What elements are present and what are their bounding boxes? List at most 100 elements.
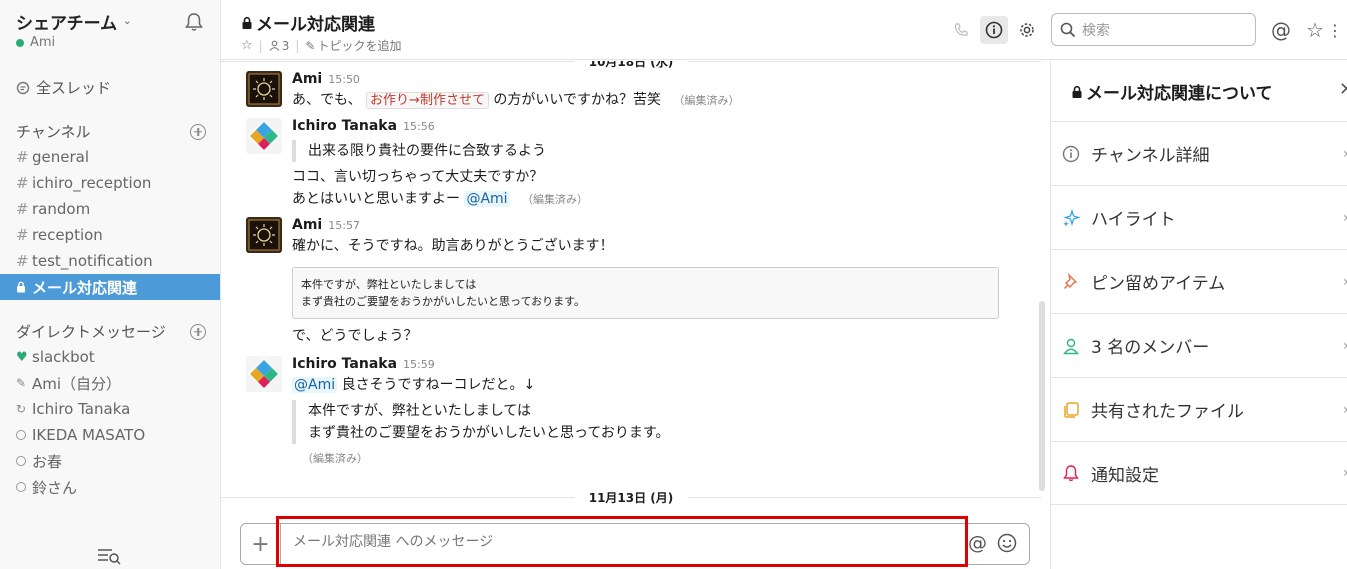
sidebar-item-channel[interactable]: # test_notification <box>0 248 220 274</box>
sidebar-item-dm[interactable]: 鈴さん <box>0 474 220 500</box>
details-item-members[interactable]: 3 名のメンバー › <box>1051 313 1347 377</box>
channel-settings-button[interactable] <box>1013 16 1041 44</box>
more-button[interactable]: ⋮ <box>1325 16 1345 44</box>
sender-name[interactable]: Ami <box>292 217 322 233</box>
block-quote: 出来る限り貴社の要件に合致するよう <box>292 140 1026 162</box>
attach-button[interactable]: + <box>241 524 281 564</box>
dm-name: IKEDA MASATO <box>32 426 146 444</box>
hash-icon: # <box>16 148 29 166</box>
dm-section-header[interactable]: ダイレクトメッセージ <box>16 321 206 342</box>
sidebar-item-dm[interactable]: IKEDA MASATO <box>0 422 220 448</box>
inline-code: お作り→制作させて <box>366 92 489 109</box>
sidebar-item-dm[interactable]: お春 <box>0 448 220 474</box>
sender-name[interactable]: Ichiro Tanaka <box>292 356 397 372</box>
details-item-highlights[interactable]: ハイライト › <box>1051 185 1347 249</box>
message[interactable]: Ami 15:50 あ、でも、 お作り→制作させて の方がいいですかね？苦笑 （… <box>246 71 1026 112</box>
channel-info-button[interactable] <box>980 16 1008 44</box>
hash-icon: # <box>16 174 29 192</box>
details-item-channel-info[interactable]: チャンネル詳細 › <box>1051 121 1347 185</box>
sender-name[interactable]: Ami <box>292 71 322 87</box>
details-item-shared-files[interactable]: 共有されたファイル › <box>1051 377 1347 441</box>
info-icon <box>985 21 1003 39</box>
chevron-right-icon: › <box>1343 402 1347 418</box>
channels-section-header[interactable]: チャンネル <box>16 121 206 142</box>
star-icon[interactable]: ☆ <box>241 38 253 53</box>
sender-name[interactable]: Ichiro Tanaka <box>292 118 397 134</box>
details-item-label: 共有されたファイル <box>1091 402 1244 422</box>
close-icon[interactable]: ✕ <box>1339 79 1347 100</box>
user-mention[interactable]: @Ami <box>464 191 510 207</box>
details-item-pinned[interactable]: ピン留めアイテム › <box>1051 249 1347 313</box>
search-input[interactable]: 検索 <box>1051 13 1256 46</box>
chevron-right-icon: › <box>1343 338 1347 354</box>
search-placeholder: 検索 <box>1082 22 1110 39</box>
team-switcher[interactable]: シェアチーム ⌄ <box>16 9 132 34</box>
avatar[interactable] <box>246 118 282 154</box>
message-pane: 10月18日 (水) Ami 15:50 あ、でも、 お作り→制作させて の方が… <box>221 61 1050 516</box>
details-item-label: 3 名のメンバー <box>1091 338 1210 358</box>
call-button[interactable] <box>947 16 975 44</box>
add-channel-icon[interactable] <box>190 123 206 140</box>
add-dm-icon[interactable] <box>190 323 206 340</box>
channel-name: ichiro_reception <box>32 174 152 192</box>
timestamp[interactable]: 15:50 <box>328 73 360 86</box>
channels-header-label: チャンネル <box>16 123 91 141</box>
timestamp[interactable]: 15:57 <box>328 219 360 232</box>
online-status-icon <box>16 38 24 47</box>
date-label: 10月18日 (水) <box>574 61 688 70</box>
channel-title[interactable]: メール対応関連 <box>241 10 375 35</box>
avatar[interactable] <box>246 217 282 253</box>
mentions-button[interactable]: @ <box>1267 16 1295 44</box>
scrollbar[interactable] <box>1039 301 1045 491</box>
message[interactable]: Ichiro Tanaka 15:56 出来る限り貴社の要件に合致するよう ココ… <box>246 118 1026 211</box>
message-text: 確かに、そうですね。助言ありがとうございます！ <box>292 238 614 254</box>
add-topic-button[interactable]: ✎ トピックを追加 <box>305 37 401 54</box>
filter-list-icon[interactable] <box>96 546 122 566</box>
details-item-label: ハイライト <box>1091 210 1176 230</box>
sidebar-item-channel[interactable]: # reception <box>0 222 220 248</box>
timestamp[interactable]: 15:56 <box>403 120 435 133</box>
search-icon <box>1060 22 1076 37</box>
sidebar-item-channel[interactable]: # random <box>0 196 220 222</box>
timestamp[interactable]: 15:59 <box>403 358 435 371</box>
lock-icon <box>1072 85 1082 98</box>
message[interactable]: Ami 15:57 確かに、そうですね。助言ありがとうございます！ 本件ですが、… <box>246 217 1026 347</box>
member-count-button[interactable]: 3 <box>269 39 289 53</box>
details-item-notifications[interactable]: 通知設定 › <box>1051 441 1347 505</box>
sidebar: シェアチーム ⌄ Ami 全スレッド チャンネル # general # ichir… <box>0 0 221 569</box>
info-icon <box>1061 144 1081 164</box>
hash-icon: # <box>16 252 29 270</box>
current-user[interactable]: Ami <box>16 35 55 50</box>
sidebar-item-dm[interactable]: ♥ slackbot <box>0 344 220 370</box>
channel-meta: ☆ | 3 | ✎ トピックを追加 <box>241 37 402 54</box>
avatar[interactable] <box>246 356 282 392</box>
star-icon: ☆ <box>1306 18 1324 42</box>
mention-button[interactable]: @ <box>968 532 987 554</box>
dm-name: Ami（自分） <box>32 374 122 393</box>
refresh-presence-icon: ↻ <box>16 402 27 416</box>
all-threads-link[interactable]: 全スレッド <box>16 77 111 98</box>
message-text: ココ、言い切っちゃって大丈夫ですか？ <box>292 169 544 185</box>
chevron-right-icon: › <box>1343 274 1347 290</box>
details-item-label: チャンネル詳細 <box>1091 146 1210 166</box>
avatar[interactable] <box>246 71 282 107</box>
sidebar-item-channel[interactable]: # general <box>0 144 220 170</box>
presence-ring-icon <box>16 456 26 466</box>
message-input[interactable] <box>293 534 953 550</box>
lock-icon <box>242 16 252 29</box>
heart-icon: ♥ <box>16 349 28 365</box>
emoji-icon[interactable] <box>997 533 1017 553</box>
dm-name: Ichiro Tanaka <box>32 400 131 418</box>
dm-header-label: ダイレクトメッセージ <box>16 323 166 341</box>
team-name: シェアチーム <box>16 14 118 34</box>
sidebar-item-channel-active[interactable]: メール対応関連 <box>0 274 220 300</box>
user-mention[interactable]: @Ami <box>292 377 338 393</box>
message[interactable]: Ichiro Tanaka 15:59 @Ami 良さそうですねーコレだと。↓ … <box>246 356 1026 466</box>
code-block: 本件ですが、弊社といたしましては まず貴社のご要望をおうかがいしたいと思っており… <box>292 267 999 319</box>
sidebar-item-channel[interactable]: # ichiro_reception <box>0 170 220 196</box>
bell-icon[interactable] <box>183 11 205 33</box>
gear-icon <box>1020 23 1034 37</box>
hash-icon: # <box>16 200 29 218</box>
sidebar-item-dm[interactable]: ↻ Ichiro Tanaka <box>0 396 220 422</box>
sidebar-item-dm[interactable]: ✎ Ami（自分） <box>0 370 220 396</box>
